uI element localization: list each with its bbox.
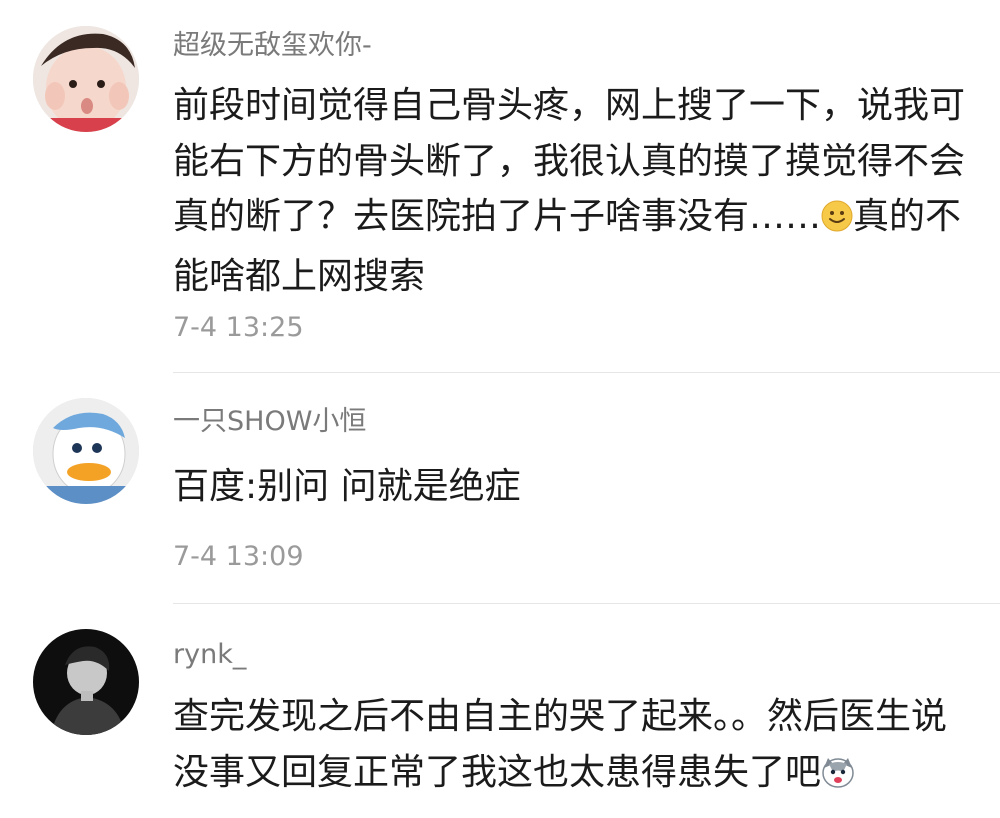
comment-time: 7-4 13:25 xyxy=(173,312,304,343)
username[interactable]: 超级无敌玺欢你- xyxy=(173,29,372,63)
username[interactable]: 一只SHOW小恒 xyxy=(173,405,366,439)
comment-text: 前段时间觉得自己骨头疼，网上搜了一下，说我可能右下方的骨头断了，我很认真的摸了摸… xyxy=(173,78,973,304)
comment-text: 查完发现之后不由自主的哭了起来。。然后医生说没事又回复正常了我这也太患得患失了吧 xyxy=(173,689,973,804)
divider xyxy=(173,603,1000,604)
smile-emoji-icon xyxy=(821,193,853,249)
username[interactable]: rynk_ xyxy=(173,638,246,672)
avatar[interactable] xyxy=(33,629,139,735)
divider xyxy=(173,372,1000,373)
comment-time: 7-4 13:09 xyxy=(173,541,304,572)
husky-emoji-icon xyxy=(821,749,855,805)
comment-text: 百度:别问 问就是绝症 xyxy=(173,466,521,507)
avatar[interactable] xyxy=(33,26,139,132)
avatar[interactable] xyxy=(33,398,139,504)
